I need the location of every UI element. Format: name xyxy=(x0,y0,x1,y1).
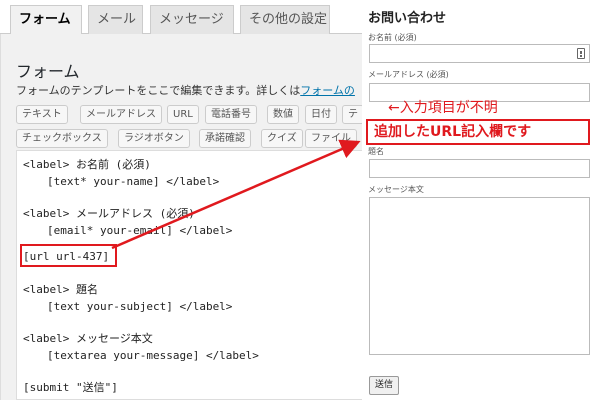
tab-messages[interactable]: メッセージ xyxy=(150,5,234,34)
tag-button-checkbox[interactable]: チェックボックス xyxy=(16,129,108,148)
tag-button-email[interactable]: メールアドレス xyxy=(80,105,162,124)
annotation-box: 追加したURL記入欄です xyxy=(366,119,590,145)
code-line: [email* your-email] </label> xyxy=(47,224,233,237)
preview-title: お問い合わせ xyxy=(368,11,447,26)
form-preview: お問い合わせ お名前 (必須) メールアドレス (必須) 題名 メッセージ本文 … xyxy=(362,0,600,400)
tag-button-acceptance[interactable]: 承諾確認 xyxy=(199,129,251,148)
code-line: <label> 題名 xyxy=(23,283,98,296)
tab-mail[interactable]: メール xyxy=(88,5,143,34)
tag-button-number[interactable]: 数値 xyxy=(267,105,299,124)
tag-button-radio[interactable]: ラジオボタン xyxy=(118,129,190,148)
tab-bar: フォーム メール メッセージ その他の設定 xyxy=(0,0,362,35)
form-docs-link[interactable]: フォームの xyxy=(300,84,355,97)
url-tag-highlight xyxy=(20,244,117,267)
code-line: [text your-subject] </label> xyxy=(47,300,233,313)
tag-button-quiz[interactable]: クイズ xyxy=(261,129,303,148)
message-label: メッセージ本文 xyxy=(368,185,424,194)
code-line: [text* your-name] </label> xyxy=(47,175,220,188)
form-template-editor[interactable]: <label> お名前 (必須) [text* your-name] </lab… xyxy=(16,150,362,400)
tag-button-textarea[interactable]: テ xyxy=(342,105,362,124)
code-line: [textarea your-message] </label> xyxy=(47,349,259,362)
email-label: メールアドレス (必須) xyxy=(368,70,449,79)
subject-label: 題名 xyxy=(368,147,384,156)
message-textarea[interactable] xyxy=(369,197,590,355)
tag-button-file[interactable]: ファイル xyxy=(305,129,357,148)
form-panel-title: フォーム xyxy=(16,62,80,81)
code-line: <label> お名前 (必須) xyxy=(23,158,151,171)
code-line: <label> メールアドレス (必須) xyxy=(23,207,195,220)
subject-field[interactable] xyxy=(369,159,590,178)
form-editor: フォーム メール メッセージ その他の設定 フォーム フォームのテンプレートをこ… xyxy=(0,0,362,400)
tag-button-url[interactable]: URL xyxy=(167,105,199,124)
name-field[interactable] xyxy=(369,44,590,63)
form-description: フォームのテンプレートをここで編集できます。詳しくはフォームの xyxy=(16,82,355,98)
code-line: [submit "送信"] xyxy=(23,381,118,394)
submit-button[interactable]: 送信 xyxy=(369,376,400,395)
editor-panel: フォーム フォームのテンプレートをここで編集できます。詳しくはフォームの テキス… xyxy=(0,34,362,400)
tab-form[interactable]: フォーム xyxy=(10,5,82,35)
tag-button-text[interactable]: テキスト xyxy=(16,105,68,124)
autofill-icon[interactable] xyxy=(577,48,585,59)
tag-button-date[interactable]: 日付 xyxy=(305,105,337,124)
code-line: <label> メッセージ本文 xyxy=(23,332,153,345)
form-description-text: フォームのテンプレートをここで編集できます。詳しくは xyxy=(16,84,301,97)
tag-button-tel[interactable]: 電話番号 xyxy=(205,105,257,124)
name-label: お名前 (必須) xyxy=(368,33,417,42)
annotation-note: ←入力項目が不明 xyxy=(388,100,498,116)
tab-additional-settings[interactable]: その他の設定 xyxy=(240,5,330,34)
